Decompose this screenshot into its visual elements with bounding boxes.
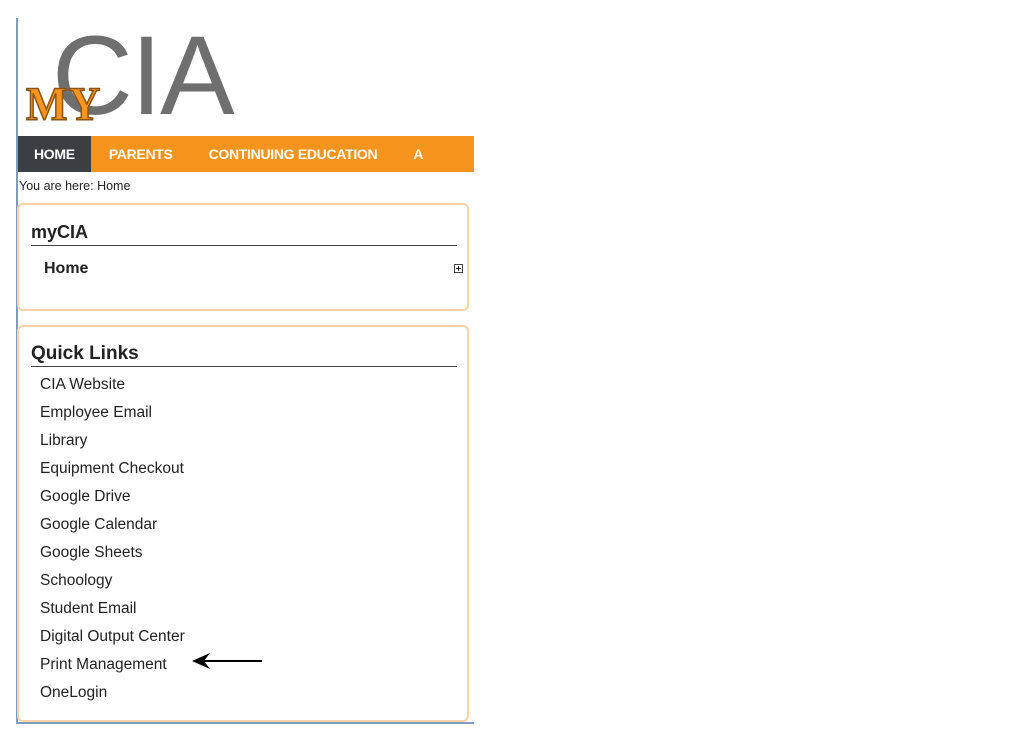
mycia-portlet: myCIA Home <box>17 203 469 311</box>
mycia-portlet-title: myCIA <box>31 222 89 242</box>
quick-links-list: CIA Website Employee Email Library Equip… <box>40 371 185 707</box>
quick-link-google-calendar[interactable]: Google Calendar <box>40 511 185 539</box>
quick-link-print-management[interactable]: Print Management <box>40 651 185 679</box>
quick-link-google-sheets[interactable]: Google Sheets <box>40 539 185 567</box>
quick-link-employee-email[interactable]: Employee Email <box>40 399 185 427</box>
arrow-left-icon <box>192 653 262 669</box>
quick-link-library[interactable]: Library <box>40 427 185 455</box>
quick-links-divider <box>31 366 457 367</box>
mycia-title-divider <box>31 245 457 246</box>
quick-link-onelogin[interactable]: OneLogin <box>40 679 185 707</box>
nav-item-truncated[interactable]: A <box>395 136 441 172</box>
quick-link-student-email[interactable]: Student Email <box>40 595 185 623</box>
quick-link-google-drive[interactable]: Google Drive <box>40 483 185 511</box>
page-frame-bottom <box>16 722 474 724</box>
quick-link-digital-output-center[interactable]: Digital Output Center <box>40 623 185 651</box>
quick-links-title: Quick Links <box>31 343 139 364</box>
nav-item-home[interactable]: HOME <box>18 136 91 172</box>
logo-my-text: MY <box>25 77 102 131</box>
plus-box-icon[interactable] <box>454 264 463 273</box>
nav-item-parents[interactable]: PARENTS <box>91 136 191 172</box>
nav-item-continuing-education[interactable]: CONTINUING EDUCATION <box>191 136 396 172</box>
quick-link-cia-website[interactable]: CIA Website <box>40 371 185 399</box>
quick-link-equipment-checkout[interactable]: Equipment Checkout <box>40 455 185 483</box>
mycia-home-link[interactable]: Home <box>44 260 88 278</box>
quick-link-schoology[interactable]: Schoology <box>40 567 185 595</box>
main-nav: HOME PARENTS CONTINUING EDUCATION A <box>18 136 474 172</box>
breadcrumb: You are here: Home <box>19 179 131 193</box>
mycia-logo[interactable]: CIA MY <box>25 20 256 132</box>
